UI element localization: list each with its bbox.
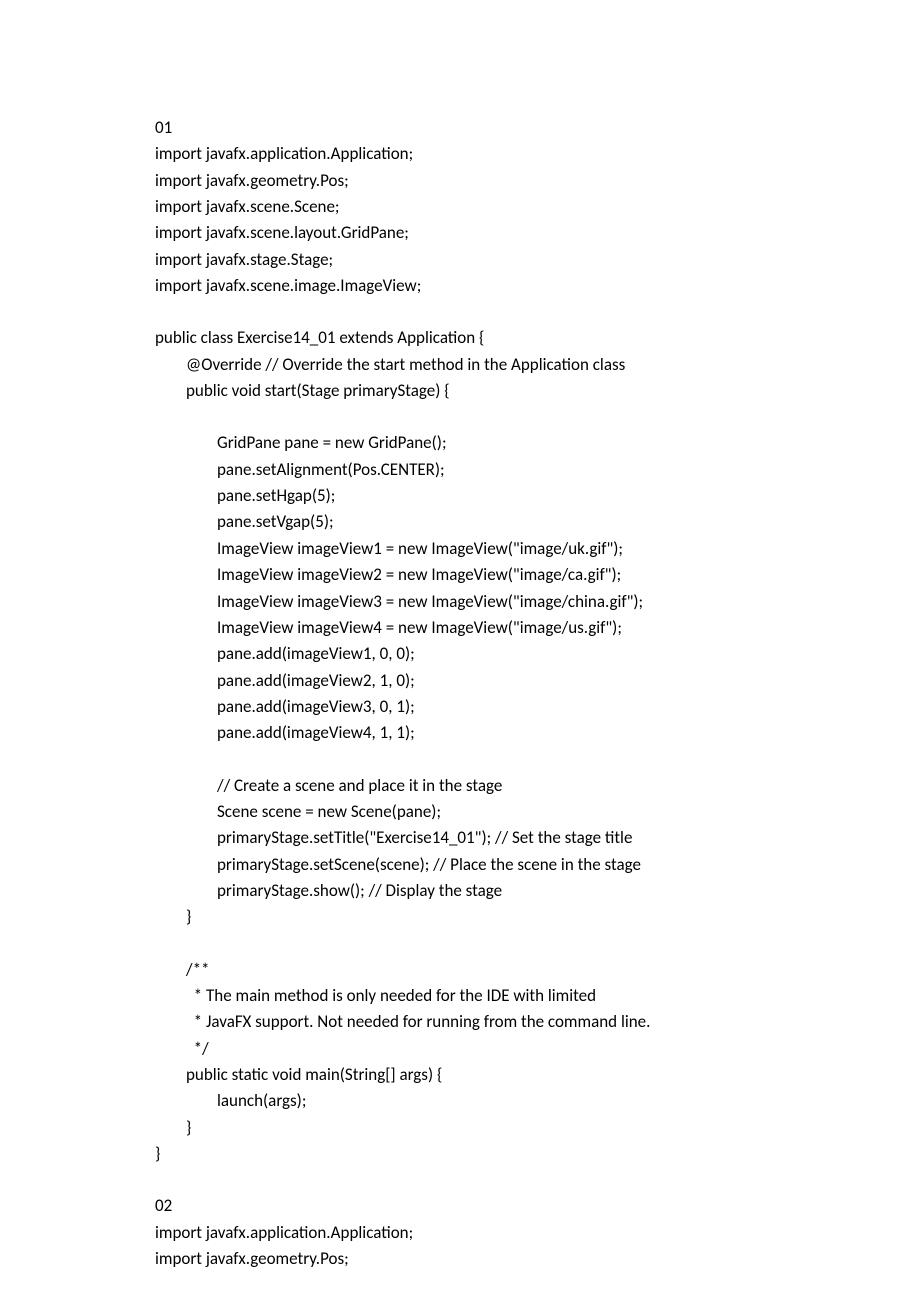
code-line: // Create a scene and place it in the st… [155,773,765,799]
code-line: 01 [155,115,765,141]
blank-line [155,404,765,430]
code-line: import javafx.application.Application; [155,1220,765,1246]
code-line: */ [155,1036,765,1062]
code-line: Scene scene = new Scene(pane); [155,799,765,825]
code-line: import javafx.stage.Stage; [155,247,765,273]
code-line: import javafx.scene.image.ImageView; [155,273,765,299]
blank-line [155,931,765,957]
code-line: pane.setVgap(5); [155,509,765,535]
code-line: ImageView imageView2 = new ImageView("im… [155,562,765,588]
code-line: primaryStage.show(); // Display the stag… [155,878,765,904]
code-line: primaryStage.setTitle("Exercise14_01"); … [155,825,765,851]
code-line: } [155,904,765,930]
code-line: import javafx.application.Application; [155,141,765,167]
code-line: } [155,1141,765,1167]
code-line: import javafx.scene.Scene; [155,194,765,220]
code-line: import javafx.geometry.Pos; [155,168,765,194]
code-line: * The main method is only needed for the… [155,983,765,1009]
code-line: ImageView imageView3 = new ImageView("im… [155,589,765,615]
code-line: pane.add(imageView2, 1, 0); [155,668,765,694]
code-line: GridPane pane = new GridPane(); [155,430,765,456]
code-line: pane.setHgap(5); [155,483,765,509]
code-line: pane.add(imageView4, 1, 1); [155,720,765,746]
code-line: ImageView imageView4 = new ImageView("im… [155,615,765,641]
code-line: pane.add(imageView1, 0, 0); [155,641,765,667]
code-line: public void start(Stage primaryStage) { [155,378,765,404]
code-line: import javafx.geometry.Pos; [155,1246,765,1272]
code-line: public static void main(String[] args) { [155,1062,765,1088]
code-line: import javafx.scene.layout.GridPane; [155,220,765,246]
code-line: 02 [155,1193,765,1219]
code-line: * JavaFX support. Not needed for running… [155,1009,765,1035]
code-line: @Override // Override the start method i… [155,352,765,378]
blank-line [155,299,765,325]
code-line: /** [155,957,765,983]
blank-line [155,1167,765,1193]
code-line: public class Exercise14_01 extends Appli… [155,325,765,351]
code-line: ImageView imageView1 = new ImageView("im… [155,536,765,562]
code-line: pane.add(imageView3, 0, 1); [155,694,765,720]
code-line: pane.setAlignment(Pos.CENTER); [155,457,765,483]
blank-line [155,747,765,773]
code-line: launch(args); [155,1088,765,1114]
code-line: primaryStage.setScene(scene); // Place t… [155,852,765,878]
code-document: 01import javafx.application.Application;… [155,115,765,1272]
code-line: } [155,1115,765,1141]
